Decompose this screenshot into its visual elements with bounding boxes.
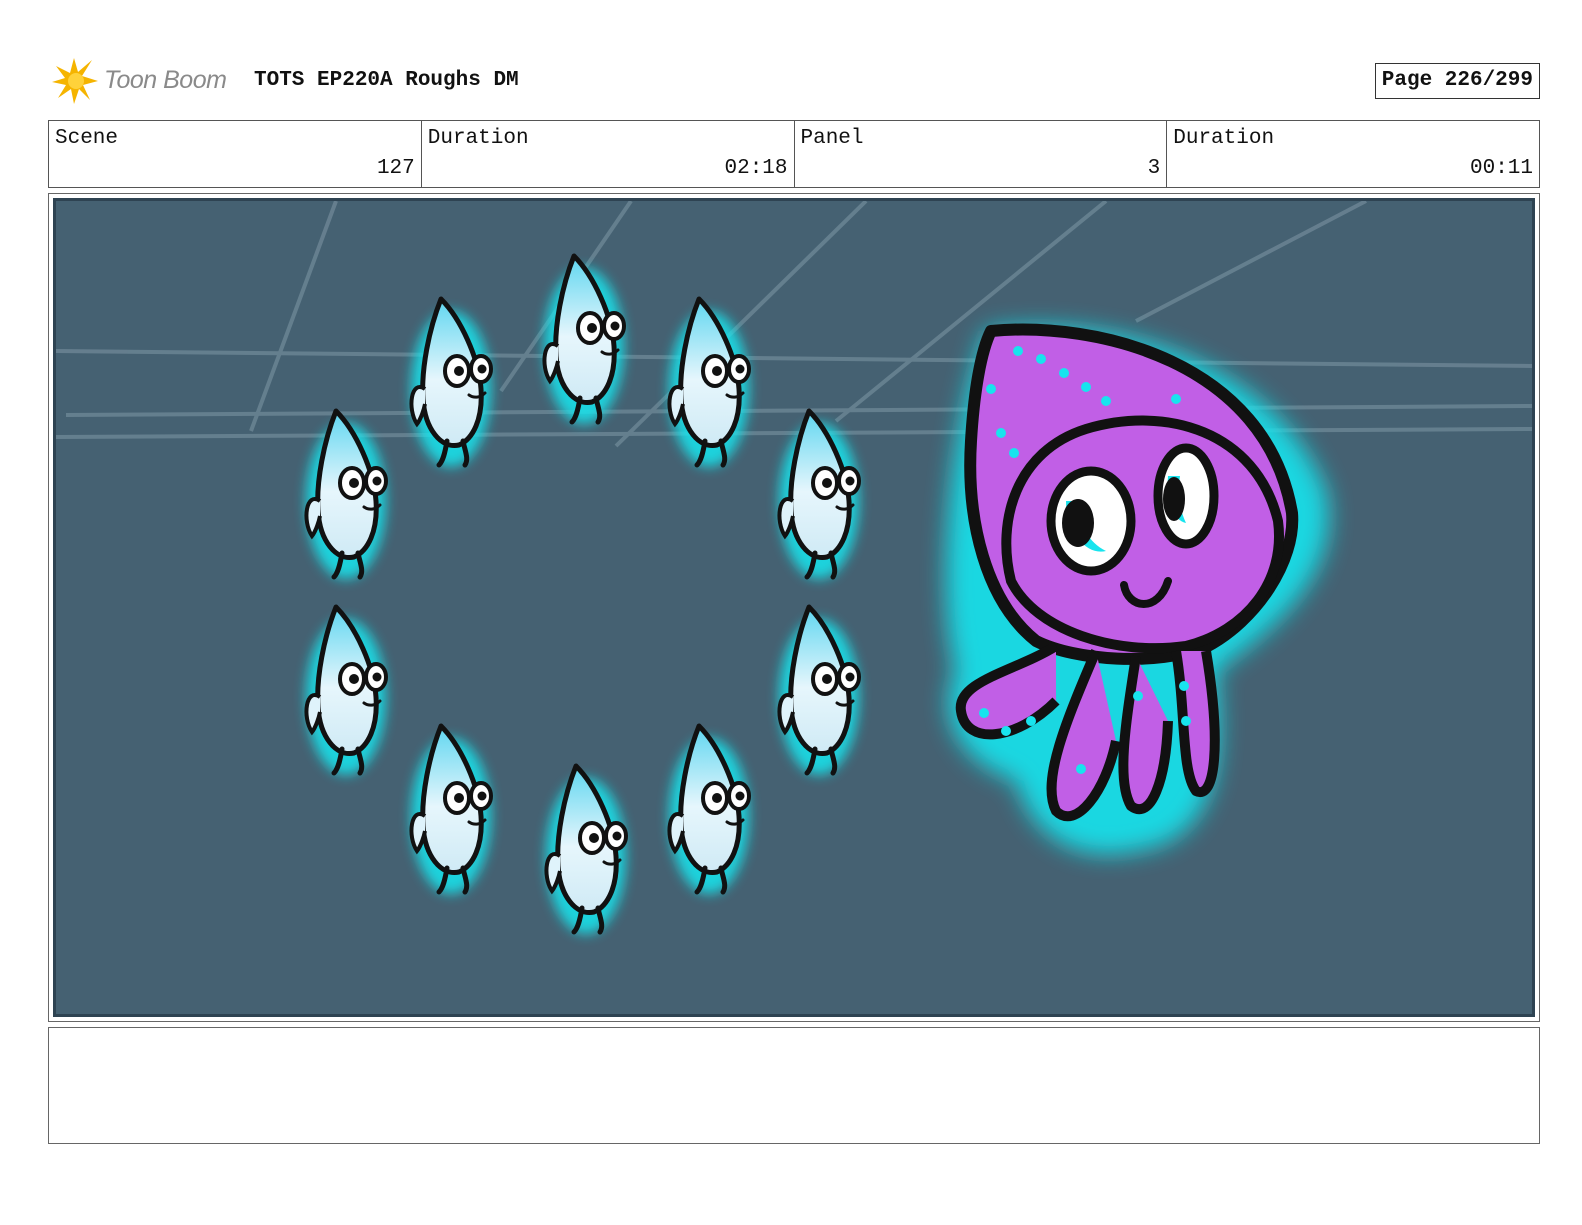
scene-duration-value: 02:18 xyxy=(724,157,788,180)
fish-character xyxy=(544,256,624,424)
starburst-icon xyxy=(52,58,98,104)
scene-duration-label: Duration xyxy=(427,127,529,150)
scene-illustration xyxy=(56,201,1532,1016)
page-number: Page 226/299 xyxy=(1374,63,1540,99)
fish-character xyxy=(669,726,749,894)
scene-duration-cell: Duration 02:18 xyxy=(422,121,795,187)
fish-character xyxy=(669,299,749,467)
background-sketch-lines xyxy=(56,201,1532,448)
fish-character xyxy=(546,766,626,934)
fish-character xyxy=(306,607,386,775)
fish-character xyxy=(779,607,859,775)
toon-boom-logo: Toon Boom xyxy=(52,58,242,104)
panel-cell: Panel 3 xyxy=(795,121,1168,187)
panel-artwork xyxy=(53,198,1535,1017)
scene-label: Scene xyxy=(55,127,119,150)
panel-duration-label: Duration xyxy=(1173,127,1275,150)
fish-character xyxy=(411,726,491,894)
panel-duration-cell: Duration 00:11 xyxy=(1167,121,1539,187)
panel-duration-value: 00:11 xyxy=(1469,157,1533,180)
scene-info-row: Scene 127 Duration 02:18 Panel 3 Duratio… xyxy=(48,120,1540,188)
storyboard-panel xyxy=(48,193,1540,1022)
panel-label: Panel xyxy=(800,127,864,150)
storyboard-header: Toon Boom TOTS EP220A Roughs DM Page 226… xyxy=(52,56,1540,106)
scene-cell: Scene 127 xyxy=(49,121,422,187)
logo-text: Toon Boom xyxy=(104,66,227,94)
panel-notes xyxy=(48,1027,1540,1144)
fish-character xyxy=(411,299,491,467)
document-title: TOTS EP220A Roughs DM xyxy=(254,69,519,92)
panel-value: 3 xyxy=(1147,157,1161,180)
fish-character xyxy=(779,411,859,579)
scene-value: 127 xyxy=(376,157,415,180)
